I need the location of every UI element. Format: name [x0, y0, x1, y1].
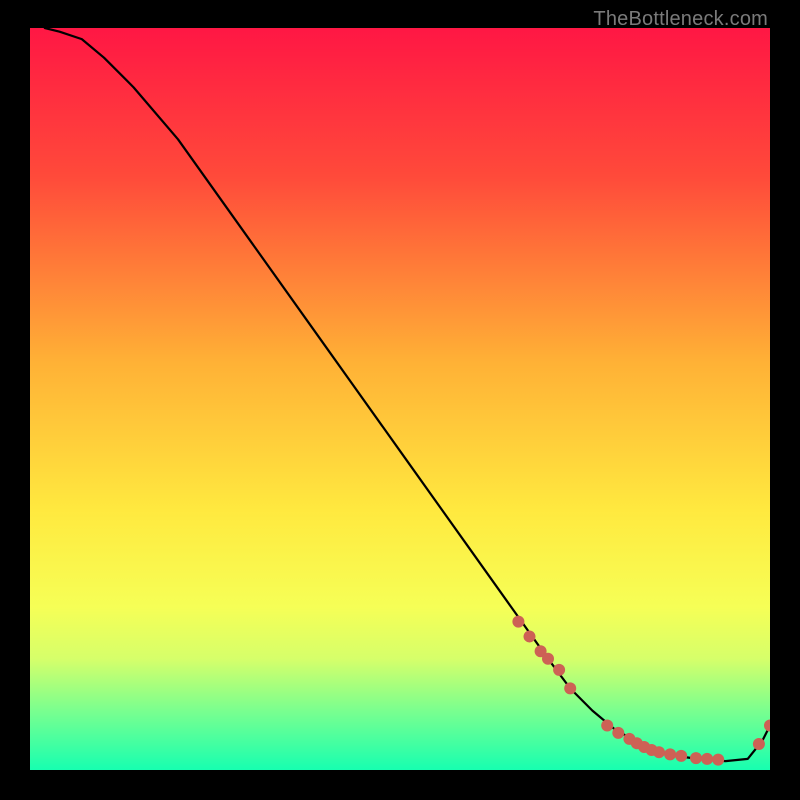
data-point [601, 719, 613, 731]
data-point [753, 738, 765, 750]
chart-svg [30, 28, 770, 770]
data-point [542, 653, 554, 665]
data-point [612, 727, 624, 739]
data-point [512, 616, 524, 628]
data-point [664, 748, 676, 760]
chart-frame: TheBottleneck.com [0, 0, 800, 800]
data-point [690, 752, 702, 764]
data-point [701, 753, 713, 765]
data-point [675, 750, 687, 762]
data-point [564, 682, 576, 694]
data-point [553, 664, 565, 676]
gradient-background [30, 28, 770, 770]
data-point [524, 630, 536, 642]
data-point [712, 754, 724, 766]
data-point [653, 746, 665, 758]
plot-area [30, 28, 770, 770]
